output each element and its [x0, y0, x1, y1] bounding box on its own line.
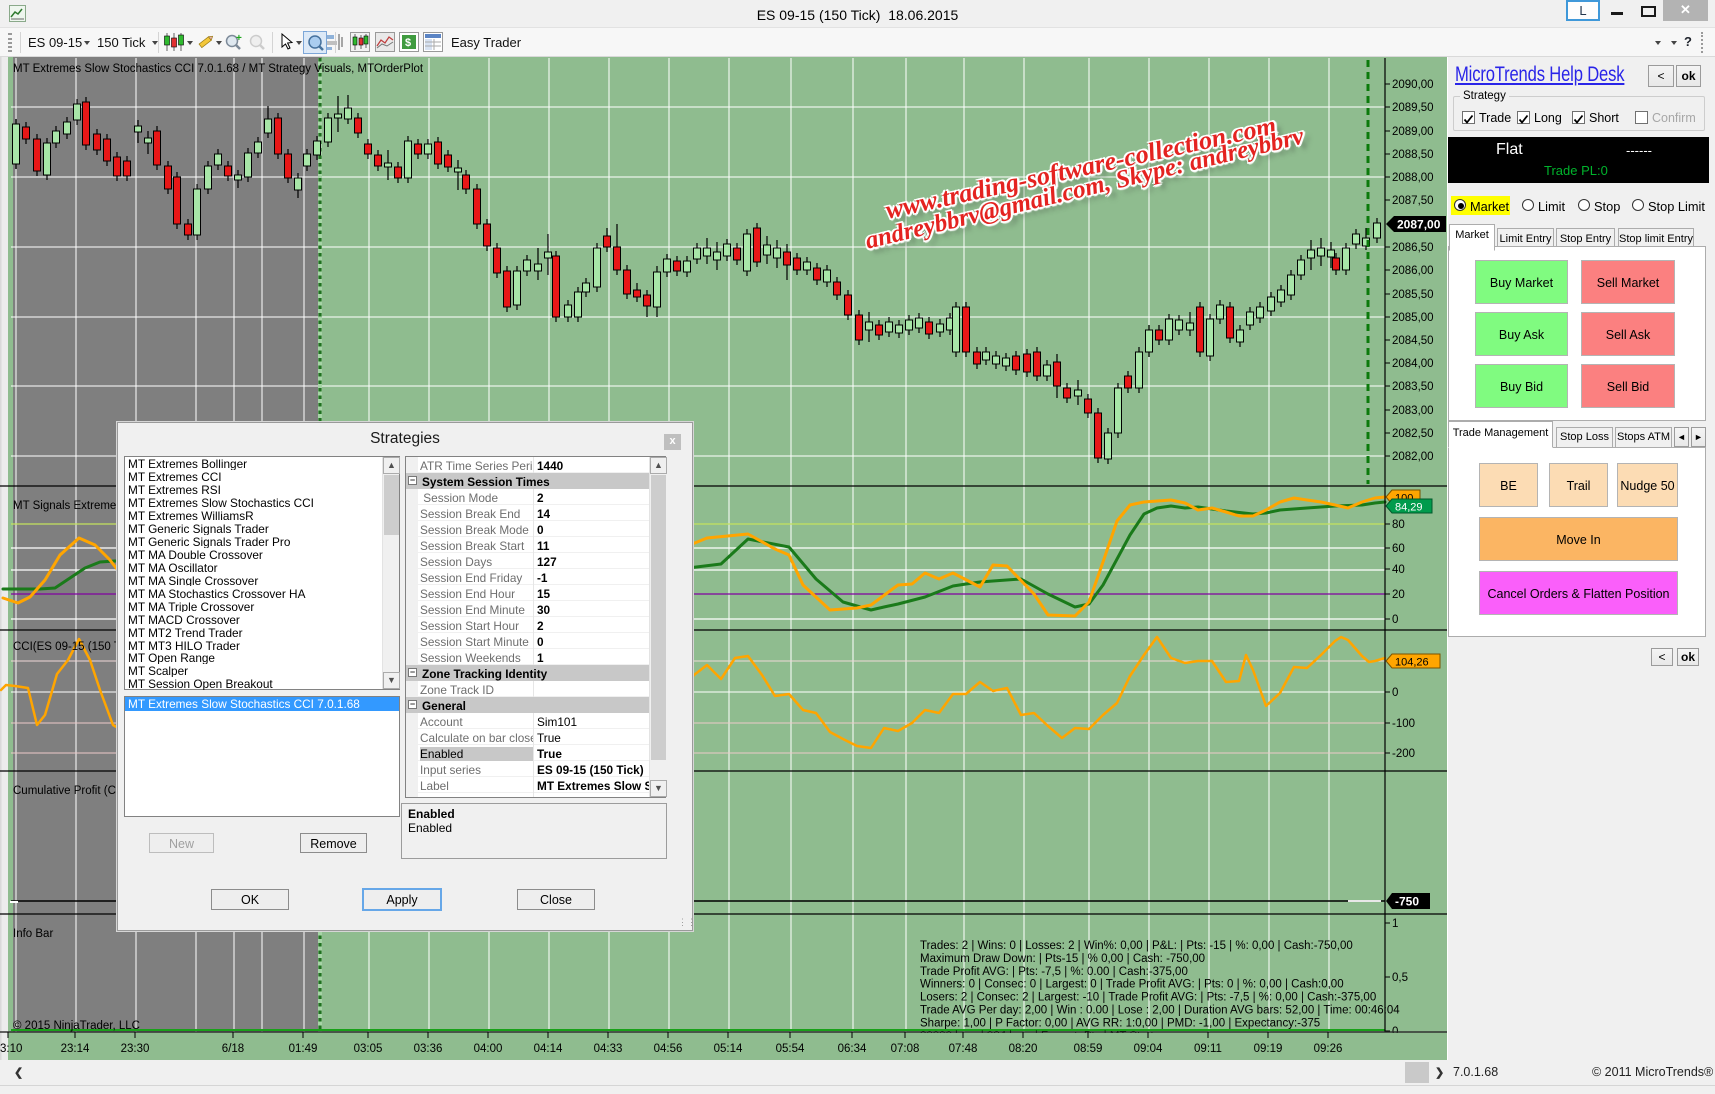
svg-text:-200: -200 — [1392, 748, 1415, 760]
svg-text:2090,00: 2090,00 — [1392, 79, 1434, 91]
svg-text:2089,50: 2089,50 — [1392, 102, 1434, 114]
svg-text:2089,00: 2089,00 — [1392, 126, 1434, 138]
svg-text:03:05: 03:05 — [354, 1043, 383, 1055]
svg-text:23:30: 23:30 — [121, 1043, 150, 1055]
svg-text:2088,00: 2088,00 — [1392, 172, 1434, 184]
svg-text:04:00: 04:00 — [474, 1043, 503, 1055]
svg-text:1: 1 — [1392, 918, 1398, 930]
svg-text:0: 0 — [1392, 614, 1398, 626]
svg-text:2085,50: 2085,50 — [1392, 289, 1434, 301]
svg-text:CCI(ES 09-15 (150 T: CCI(ES 09-15 (150 T — [13, 641, 121, 653]
svg-text:2086,50: 2086,50 — [1392, 242, 1434, 254]
svg-text:+: + — [236, 33, 242, 44]
svg-text:2085,00: 2085,00 — [1392, 312, 1434, 324]
svg-text:Sharpe: 1,00 | P Factor: 0,00: Sharpe: 1,00 | P Factor: 0,00 | AVG RR: … — [920, 1017, 1320, 1029]
svg-text:$: $ — [405, 37, 411, 49]
svg-text:-750: -750 — [1395, 895, 1419, 909]
svg-text:09:19: 09:19 — [1254, 1043, 1283, 1055]
svg-text:08:59: 08:59 — [1074, 1043, 1103, 1055]
svg-text:04:14: 04:14 — [534, 1043, 563, 1055]
svg-text:2083,50: 2083,50 — [1392, 381, 1434, 393]
svg-text:© 2015 NinjaTrader, LLC: © 2015 NinjaTrader, LLC — [13, 1020, 140, 1032]
svg-text:07:08: 07:08 — [891, 1043, 920, 1055]
svg-text:2086,00: 2086,00 — [1392, 265, 1434, 277]
svg-text:2082,00: 2082,00 — [1392, 451, 1434, 463]
svg-text:23:10: 23:10 — [0, 1043, 22, 1055]
svg-text:40: 40 — [1392, 564, 1405, 576]
svg-text:0,5: 0,5 — [1392, 972, 1408, 984]
svg-text:Maximum Draw Down: | Pts-15 |: Maximum Draw Down: | Pts-15 | % 0,00 | C… — [920, 953, 1205, 965]
svg-text:2087,00: 2087,00 — [1397, 218, 1441, 232]
svg-text:80: 80 — [1392, 519, 1405, 531]
svg-text:07:48: 07:48 — [949, 1043, 978, 1055]
svg-text:Trades: 2 | Wins: 0 | Losses:: Trades: 2 | Wins: 0 | Losses: 2 | Win%: … — [920, 940, 1353, 952]
svg-text:08:20: 08:20 — [1009, 1043, 1038, 1055]
svg-text:2088,50: 2088,50 — [1392, 149, 1434, 161]
svg-text:05:54: 05:54 — [776, 1043, 805, 1055]
svg-text:09:11: 09:11 — [1194, 1043, 1222, 1055]
svg-text:01:49: 01:49 — [289, 1043, 318, 1055]
svg-text:Cumulative Profit (Ca: Cumulative Profit (Ca — [13, 785, 123, 797]
svg-text:09:26: 09:26 — [1314, 1043, 1343, 1055]
svg-text:60: 60 — [1392, 543, 1405, 555]
svg-text:MT Extremes Slow Stochastics C: MT Extremes Slow Stochastics CCI 7.0.1.6… — [13, 63, 424, 75]
svg-text:Trade Profit AVG: | Pts: -7,5: Trade Profit AVG: | Pts: -7,5 | %: 0.00 … — [920, 966, 1188, 978]
svg-text:6/18: 6/18 — [222, 1043, 244, 1055]
svg-text:2084,50: 2084,50 — [1392, 335, 1434, 347]
svg-text:04:56: 04:56 — [654, 1043, 683, 1055]
svg-text:2087,50: 2087,50 — [1392, 195, 1434, 207]
svg-text:2084,00: 2084,00 — [1392, 358, 1434, 370]
svg-text:06:34: 06:34 — [838, 1043, 867, 1055]
svg-text:2083,00: 2083,00 — [1392, 405, 1434, 417]
svg-text:Losers: 2 | Consec: 2 | Larges: Losers: 2 | Consec: 2 | Largest: -10 | T… — [920, 992, 1376, 1004]
svg-text:09:04: 09:04 — [1134, 1043, 1163, 1055]
svg-text:Trade AVG Per day: 2,00 | Win: Trade AVG Per day: 2,00 | Win : 0.00 | L… — [920, 1005, 1400, 1017]
svg-text:23:14: 23:14 — [61, 1043, 90, 1055]
svg-text:-100: -100 — [1392, 718, 1415, 730]
svg-text:03:36: 03:36 — [414, 1043, 443, 1055]
svg-text:104,26: 104,26 — [1395, 657, 1429, 669]
svg-text:84,29: 84,29 — [1395, 502, 1423, 514]
svg-text:Winners: 0 | Consec: 0 | Large: Winners: 0 | Consec: 0 | Largest: 0 | Tr… — [920, 979, 1344, 991]
svg-text:2082,50: 2082,50 — [1392, 428, 1434, 440]
svg-text:Info Bar: Info Bar — [13, 928, 53, 940]
svg-text:MT Signals Extreme: MT Signals Extreme — [13, 500, 116, 512]
svg-text:05:14: 05:14 — [714, 1043, 743, 1055]
svg-text:20: 20 — [1392, 589, 1405, 601]
svg-text:04:33: 04:33 — [594, 1043, 623, 1055]
svg-text:0: 0 — [1392, 687, 1398, 699]
